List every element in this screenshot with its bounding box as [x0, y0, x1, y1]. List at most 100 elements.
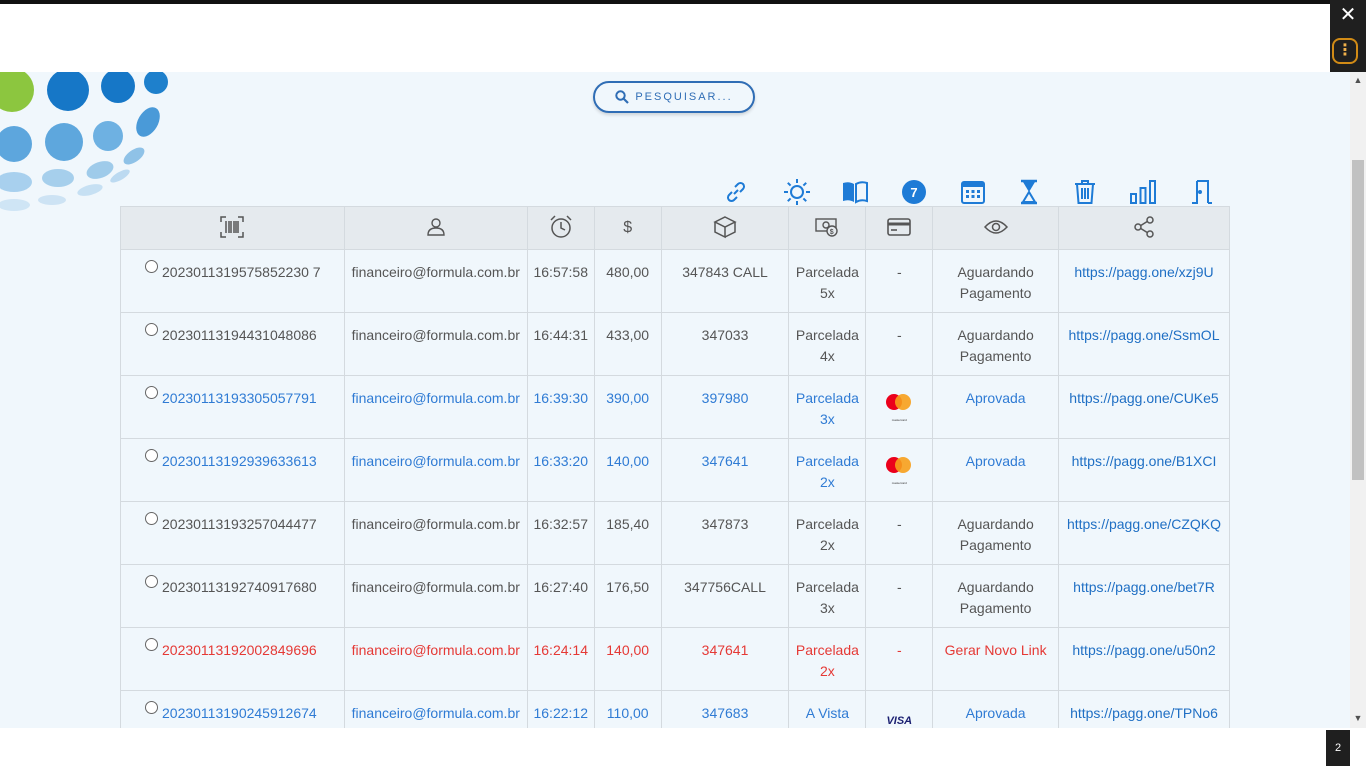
mastercard-label: mastercard — [891, 481, 907, 485]
column-header-value[interactable]: $ — [593, 206, 662, 250]
scrollbar-thumb[interactable] — [1352, 160, 1364, 480]
order-id: 20230113193305057791 — [162, 390, 317, 406]
order-time-text: 16:57:58 — [533, 264, 588, 280]
page-footer-area — [0, 728, 1350, 768]
order-value: 140,00 — [593, 438, 662, 502]
main-content: PESQUISAR... 7 $ $ 2023011319575852230 7… — [0, 72, 1350, 728]
payment-link-url[interactable]: https://pagg.one/SsmOL — [1069, 327, 1220, 343]
row-select-radio[interactable] — [145, 260, 158, 273]
counter-badge[interactable]: 7 — [898, 176, 930, 208]
user-icon — [427, 217, 445, 236]
row-select-radio[interactable] — [145, 512, 158, 525]
scroll-down-arrow-icon[interactable]: ▼ — [1350, 710, 1366, 726]
order-time: 16:32:57 — [526, 501, 595, 565]
order-value-text: 140,00 — [606, 642, 650, 658]
payment-link-url[interactable]: https://pagg.one/CZQKQ — [1067, 516, 1221, 532]
row-select-radio[interactable] — [145, 701, 158, 714]
order-time-text: 16:44:31 — [533, 327, 588, 343]
row-select-radio[interactable] — [145, 386, 158, 399]
table-row[interactable]: 2023011319575852230 7 financeiro@formula.… — [120, 249, 1230, 313]
payment-plan-line2: 2x — [820, 474, 835, 490]
hourglass-icon[interactable] — [1013, 176, 1045, 208]
column-header-card[interactable] — [865, 206, 934, 250]
order-id-cell: 20230113192740917680 — [120, 564, 345, 628]
book-icon[interactable] — [839, 176, 871, 208]
payment-plan: Parcelada 2x — [788, 627, 867, 691]
customer-email-text: financeiro@formula.com.br — [351, 264, 520, 280]
column-header-id[interactable] — [120, 206, 345, 250]
table-row[interactable]: 20230113194431048086 financeiro@formula.c… — [120, 312, 1230, 376]
search-button[interactable]: PESQUISAR... — [593, 81, 755, 113]
badge-count: 7 — [902, 180, 926, 204]
order-time: 16:33:20 — [526, 438, 595, 502]
column-header-user[interactable] — [343, 206, 528, 250]
payment-link-url[interactable]: https://pagg.one/B1XCI — [1072, 453, 1217, 469]
search-icon — [615, 90, 630, 104]
barcode-icon — [220, 215, 245, 238]
card-brand-cell: - — [865, 627, 934, 691]
payment-status-line2: Pagamento — [959, 285, 1032, 301]
table-row[interactable]: 20230113192939633613 financeiro@formula.c… — [120, 438, 1230, 502]
order-id-cell: 20230113194431048086 — [120, 312, 345, 376]
customer-email: financeiro@formula.com.br — [343, 564, 528, 628]
logo-dot — [0, 126, 32, 162]
card-brand-none: - — [896, 516, 902, 532]
payment-link-url[interactable]: https://pagg.one/u50n2 — [1072, 642, 1215, 658]
order-time-text: 16:27:40 — [533, 579, 588, 595]
mastercard-icon: mastercard — [886, 457, 912, 485]
sun-icon[interactable] — [781, 176, 813, 208]
payment-link-url[interactable]: https://pagg.one/xzj9U — [1074, 264, 1213, 280]
link-icon[interactable] — [720, 176, 752, 208]
table-row[interactable]: 20230113190245912674 financeiro@formula.c… — [120, 690, 1230, 728]
column-header-time[interactable] — [526, 206, 595, 250]
order-value: 433,00 — [593, 312, 662, 376]
row-select-radio[interactable] — [145, 575, 158, 588]
card-brand-cell: - — [865, 249, 934, 313]
exit-door-icon[interactable] — [1186, 176, 1218, 208]
payment-link-url[interactable]: https://pagg.one/TPNo6 — [1070, 705, 1218, 721]
trash-icon[interactable] — [1069, 176, 1101, 208]
logo-dot — [0, 172, 32, 192]
payment-plan-line2: 4x — [820, 348, 835, 364]
order-reference-text: 347873 — [701, 516, 749, 532]
column-header-status[interactable] — [932, 206, 1059, 250]
order-value: 110,00 — [593, 690, 662, 728]
notifications-icon[interactable]: 2 — [1326, 730, 1350, 766]
payment-status: Aprovada — [932, 375, 1059, 439]
payment-plan-line2: 3x — [820, 600, 835, 616]
order-id-cell: 20230113193305057791 — [120, 375, 345, 439]
kebab-menu-icon[interactable]: ⋮ — [1332, 38, 1358, 64]
order-id-cell: 20230113193257044477 — [120, 501, 345, 565]
order-value-text: 185,40 — [606, 516, 650, 532]
bar-chart-icon[interactable] — [1127, 176, 1159, 208]
order-reference: 347843 CALL — [660, 249, 790, 313]
order-time-text: 16:24:14 — [533, 642, 588, 658]
table-row[interactable]: 20230113193305057791 financeiro@formula.c… — [120, 375, 1230, 439]
order-reference: 347641 — [660, 438, 790, 502]
table-row[interactable]: 20230113192002849696 financeiro@formula.c… — [120, 627, 1230, 691]
customer-email-text: financeiro@formula.com.br — [351, 516, 520, 532]
row-select-radio[interactable] — [145, 638, 158, 651]
payment-status: Aguardando Pagamento — [932, 564, 1059, 628]
column-header-link[interactable] — [1058, 206, 1230, 250]
column-header-plan[interactable]: $ — [788, 206, 867, 250]
payment-status-line1: Aguardando — [957, 264, 1034, 280]
order-reference: 347641 — [660, 627, 790, 691]
column-header-reference[interactable] — [660, 206, 790, 250]
row-select-radio[interactable] — [145, 449, 158, 462]
order-id-cell: 20230113192939633613 — [120, 438, 345, 502]
table-row[interactable]: 20230113193257044477 financeiro@formula.c… — [120, 501, 1230, 565]
order-id: 2023011319575852230 7 — [162, 264, 321, 280]
payment-link-url[interactable]: https://pagg.one/bet7R — [1073, 579, 1215, 595]
close-icon[interactable]: ✕ — [1330, 0, 1366, 30]
scroll-up-arrow-icon[interactable]: ▲ — [1350, 72, 1366, 88]
payment-status: Aguardando Pagamento — [932, 312, 1059, 376]
payment-status-line2: Pagamento — [959, 600, 1032, 616]
row-select-radio[interactable] — [145, 323, 158, 336]
calendar-icon[interactable] — [957, 176, 989, 208]
card-brand-cell: mastercard — [865, 375, 934, 439]
table-row[interactable]: 20230113192740917680 financeiro@formula.c… — [120, 564, 1230, 628]
order-reference-text: 347683 — [701, 705, 749, 721]
payment-link-url[interactable]: https://pagg.one/CUKe5 — [1069, 390, 1218, 406]
order-time: 16:22:12 — [526, 690, 595, 728]
